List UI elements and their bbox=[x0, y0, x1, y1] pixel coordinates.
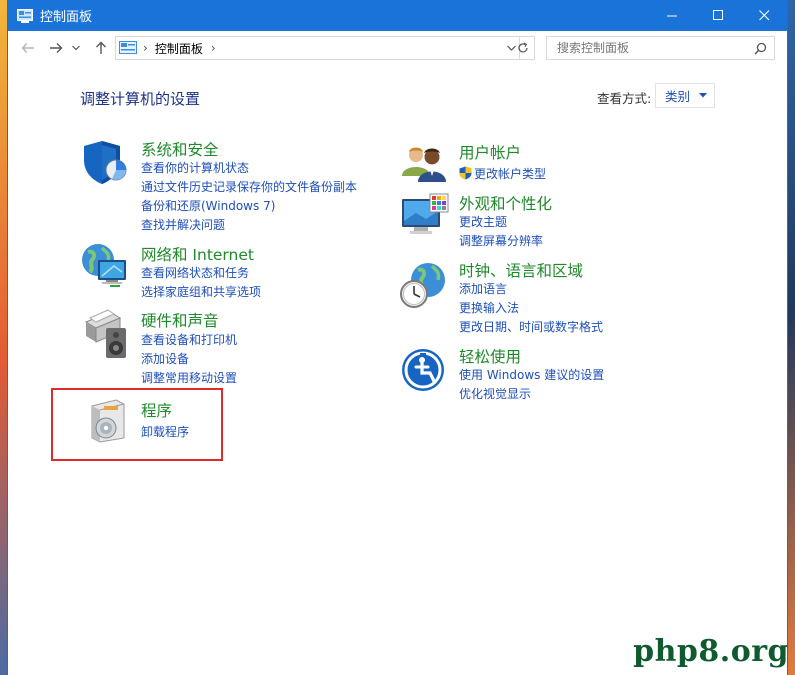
category-appearance-personalization[interactable]: 外观和个性化 bbox=[459, 192, 552, 214]
link-change-account-type[interactable]: 更改帐户类型 bbox=[459, 165, 546, 182]
user-accounts-icon[interactable] bbox=[400, 142, 448, 184]
search-box[interactable] bbox=[546, 36, 775, 60]
refresh-icon bbox=[518, 42, 528, 53]
link-view-computer-status[interactable]: 查看你的计算机状态 bbox=[141, 159, 249, 176]
view-by-dropdown[interactable]: 类别 bbox=[655, 83, 715, 108]
watermark-text: php8.org bbox=[633, 634, 789, 669]
dropdown-arrow-icon bbox=[699, 93, 708, 98]
recent-locations-button[interactable] bbox=[70, 39, 82, 57]
appearance-monitor-icon[interactable] bbox=[400, 193, 450, 241]
control-panel-icon bbox=[119, 41, 137, 54]
forward-button[interactable] bbox=[47, 39, 65, 57]
link-troubleshoot[interactable]: 查找并解决问题 bbox=[141, 216, 225, 233]
category-hardware-sound[interactable]: 硬件和声音 bbox=[141, 309, 219, 331]
control-panel-icon bbox=[17, 8, 33, 23]
navigation-bar: › 控制面板 › bbox=[8, 31, 787, 65]
link-homegroup-sharing[interactable]: 选择家庭组和共享选项 bbox=[141, 283, 261, 300]
printer-speaker-icon[interactable] bbox=[80, 308, 130, 360]
title-bar: 控制面板 bbox=[8, 0, 787, 31]
network-globe-icon[interactable] bbox=[80, 242, 130, 288]
breadcrumb-separator[interactable]: › bbox=[143, 41, 148, 55]
arrow-right-icon bbox=[50, 43, 63, 53]
category-ease-of-access[interactable]: 轻松使用 bbox=[459, 345, 521, 367]
refresh-button[interactable] bbox=[512, 36, 535, 60]
shield-icon[interactable] bbox=[82, 140, 130, 186]
maximize-icon bbox=[712, 10, 723, 20]
view-by-label: 查看方式: bbox=[597, 91, 652, 106]
back-button[interactable] bbox=[19, 39, 37, 57]
link-change-input-method[interactable]: 更换输入法 bbox=[459, 299, 519, 316]
control-panel-window: 控制面板 › 控制面板 › 搜索控制面板 调整计算机的设置 查看方式: 类别 系… bbox=[8, 0, 787, 675]
link-change-date-time-format[interactable]: 更改日期、时间或数字格式 bbox=[459, 318, 603, 335]
link-add-language[interactable]: 添加语言 bbox=[459, 280, 507, 297]
breadcrumb-separator[interactable]: › bbox=[211, 41, 216, 55]
minimize-icon bbox=[666, 15, 677, 17]
search-input[interactable] bbox=[555, 38, 754, 58]
clock-globe-icon[interactable] bbox=[398, 260, 448, 310]
category-network-internet[interactable]: 网络和 Internet bbox=[141, 243, 254, 265]
up-button[interactable] bbox=[92, 39, 110, 57]
category-system-security[interactable]: 系统和安全 bbox=[141, 138, 219, 160]
link-backup-restore[interactable]: 备份和还原(Windows 7) bbox=[141, 197, 275, 214]
close-icon bbox=[758, 10, 769, 21]
view-by-selected: 类别 bbox=[665, 89, 691, 104]
arrow-left-icon bbox=[21, 43, 34, 53]
chevron-down-icon bbox=[72, 45, 80, 51]
link-use-recommended-settings[interactable]: 使用 Windows 建议的设置 bbox=[459, 366, 604, 383]
ease-of-access-icon[interactable] bbox=[400, 347, 446, 393]
address-bar[interactable]: › 控制面板 › bbox=[115, 36, 520, 60]
link-add-device[interactable]: 添加设备 bbox=[141, 350, 189, 367]
link-network-status[interactable]: 查看网络状态和任务 bbox=[141, 264, 249, 281]
window-title: 控制面板 bbox=[40, 10, 93, 25]
link-file-history-backup[interactable]: 通过文件历史记录保存你的文件备份副本 bbox=[141, 178, 357, 195]
link-change-account-type-label[interactable]: 更改帐户类型 bbox=[474, 167, 546, 181]
uac-shield-icon bbox=[459, 166, 472, 180]
maximize-button[interactable] bbox=[695, 0, 741, 31]
breadcrumb-control-panel[interactable]: 控制面板 bbox=[155, 40, 203, 57]
link-screen-resolution[interactable]: 调整屏幕分辨率 bbox=[459, 232, 543, 249]
arrow-up-icon bbox=[96, 41, 106, 54]
search-icon[interactable] bbox=[754, 42, 767, 55]
highlight-box bbox=[51, 388, 223, 461]
link-devices-printers[interactable]: 查看设备和打印机 bbox=[141, 331, 237, 348]
category-clock-language-region[interactable]: 时钟、语言和区域 bbox=[459, 259, 583, 281]
category-user-accounts[interactable]: 用户帐户 bbox=[459, 141, 521, 163]
page-title: 调整计算机的设置 bbox=[80, 90, 201, 108]
minimize-button[interactable] bbox=[649, 0, 695, 31]
window-controls bbox=[649, 0, 787, 31]
link-change-theme[interactable]: 更改主题 bbox=[459, 213, 507, 230]
close-button[interactable] bbox=[741, 0, 787, 31]
link-optimize-visual-display[interactable]: 优化视觉显示 bbox=[459, 385, 531, 402]
link-mobility-settings[interactable]: 调整常用移动设置 bbox=[141, 369, 237, 386]
